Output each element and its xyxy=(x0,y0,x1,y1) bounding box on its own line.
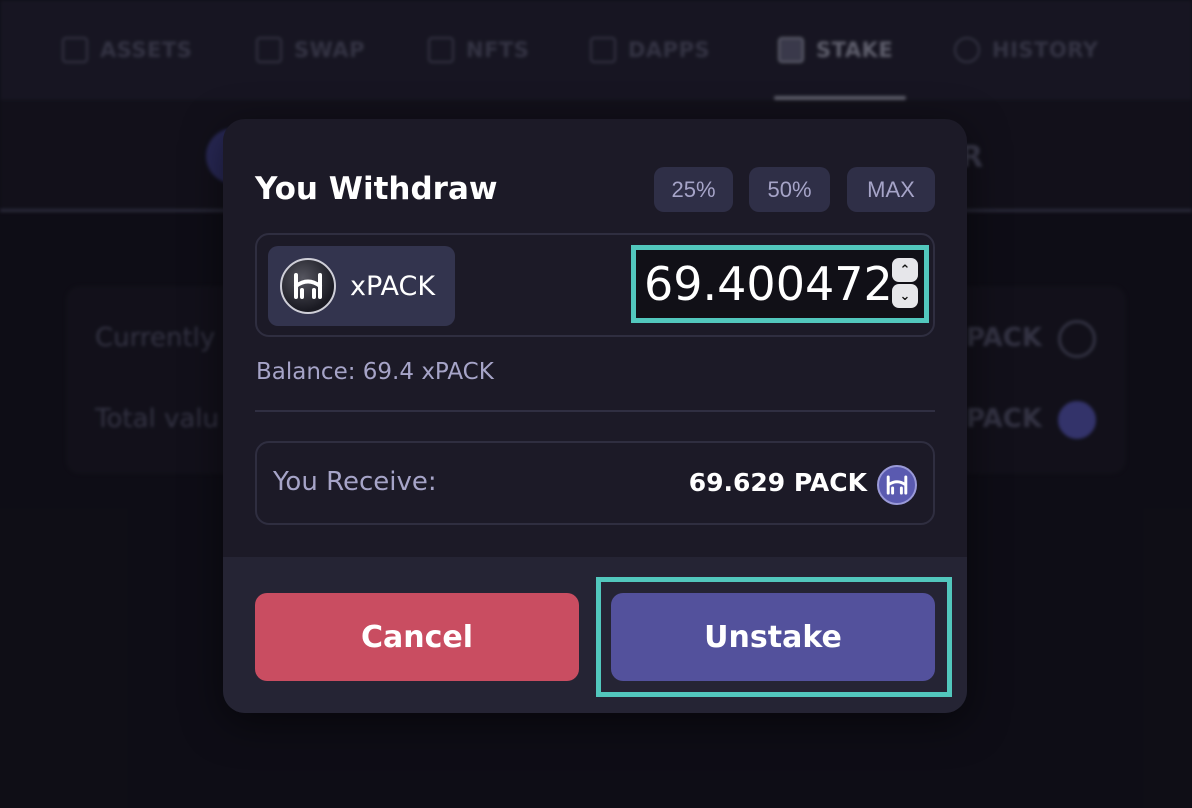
unstake-button[interactable]: Unstake xyxy=(611,593,935,681)
chevron-up-icon[interactable]: ⌃ xyxy=(892,258,918,282)
balance-text: Balance: 69.4 xPACK xyxy=(256,359,494,385)
withdraw-input-box: xPACK ⌃ ⌄ xyxy=(255,233,935,337)
receive-value: 69.629 PACK xyxy=(688,468,867,497)
percent-25-button[interactable]: 25% xyxy=(654,167,733,212)
divider xyxy=(255,410,935,412)
pack-token-icon xyxy=(877,465,917,505)
cancel-button[interactable]: Cancel xyxy=(255,593,579,681)
receive-box: You Receive: 69.629 PACK xyxy=(255,441,935,525)
amount-input[interactable] xyxy=(636,257,891,311)
xpack-token-icon xyxy=(280,258,336,314)
amount-stepper[interactable]: ⌃ ⌄ xyxy=(892,258,918,310)
modal-title: You Withdraw xyxy=(255,171,498,207)
token-name: xPACK xyxy=(350,270,436,302)
withdraw-modal: You Withdraw 25% 50% MAX xPACK ⌃ ⌄ Balan… xyxy=(223,119,967,713)
max-button[interactable]: MAX xyxy=(847,167,935,212)
chevron-down-icon[interactable]: ⌄ xyxy=(892,284,918,308)
amount-input-highlight: ⌃ ⌄ xyxy=(631,245,929,323)
percent-50-button[interactable]: 50% xyxy=(749,167,830,212)
token-selector[interactable]: xPACK xyxy=(268,246,455,326)
receive-label: You Receive: xyxy=(273,467,437,497)
